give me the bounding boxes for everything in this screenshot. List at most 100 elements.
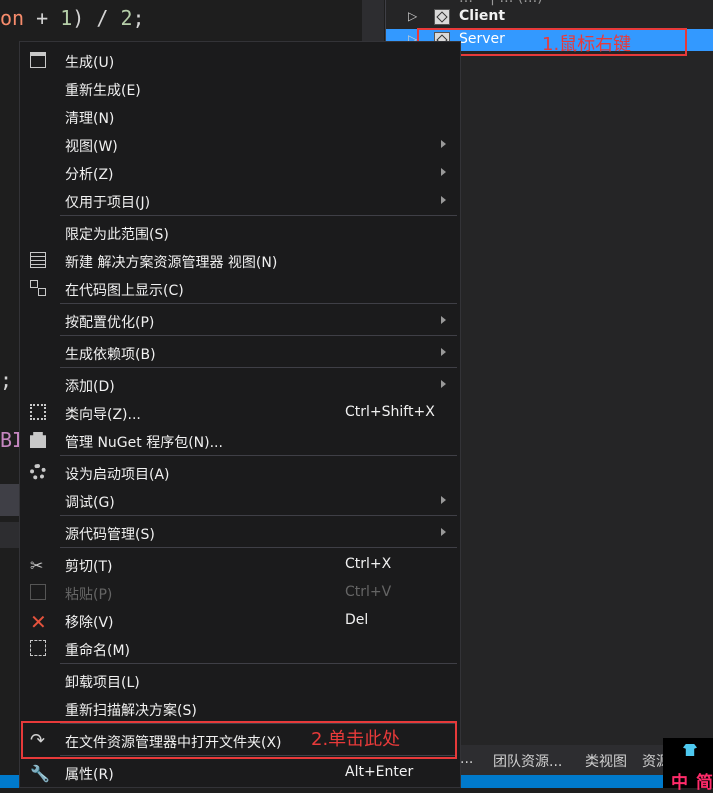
menu-item-label: 源代码管理(S) <box>65 527 155 543</box>
menu-item-label: 分析(Z) <box>65 167 114 183</box>
rename-icon <box>30 640 46 656</box>
menu-item-profile-guided-optimization[interactable]: 按配置优化(P) <box>20 306 460 334</box>
context-menu: 生成(U) 重新生成(E) 清理(N) 视图(W) 分析(Z) 仅用于项目(J)… <box>19 41 461 788</box>
menu-item-rescan-solution[interactable]: 重新扫描解决方案(S) <box>20 694 460 722</box>
code-map-icon <box>30 280 46 296</box>
menu-item-properties[interactable]: 🔧 属性(R) Alt+Enter <box>20 758 460 786</box>
ime-indicator[interactable]: 中 简 <box>663 738 713 793</box>
menu-separator <box>60 455 457 456</box>
menu-item-label: 调试(G) <box>65 495 115 511</box>
menu-item-label: 生成依赖项(B) <box>65 347 156 363</box>
code-token: + <box>24 6 61 30</box>
annotation-step1: 1.鼠标右键 <box>542 34 632 55</box>
tree-row-client[interactable]: ▷ Client <box>386 6 713 28</box>
menu-item-class-wizard[interactable]: 类向导(Z)... Ctrl+Shift+X <box>20 398 460 426</box>
submenu-arrow-icon <box>441 168 446 176</box>
tree-label: Client <box>459 8 506 24</box>
code-line: ; <box>0 368 13 392</box>
menu-item-label: 视图(W) <box>65 139 118 155</box>
menu-item-label: 重新扫描解决方案(S) <box>65 703 197 719</box>
menu-item-new-explorer-view[interactable]: 新建 解决方案资源管理器 视图(N) <box>20 246 460 274</box>
code-token: 1 <box>60 6 73 30</box>
menu-item-remove[interactable]: ✕ 移除(V) Del <box>20 606 460 634</box>
menu-item-cut[interactable]: ✂ 剪切(T) Ctrl+X <box>20 550 460 578</box>
tab-solution-explorer[interactable]: ... <box>460 751 473 767</box>
code-line: on + 1) / 2; <box>0 6 145 30</box>
menu-item-shortcut: Del <box>345 612 369 628</box>
menu-item-shortcut: Ctrl+Shift+X <box>345 404 435 420</box>
menu-item-unload-project[interactable]: 卸载项目(L) <box>20 666 460 694</box>
paste-icon <box>30 584 46 600</box>
scissors-icon: ✂ <box>30 556 44 575</box>
submenu-arrow-icon <box>441 348 446 356</box>
menu-item-build[interactable]: 生成(U) <box>20 46 460 74</box>
menu-item-show-on-code-map[interactable]: 在代码图上显示(C) <box>20 274 460 302</box>
menu-item-scope-to-this[interactable]: 限定为此范围(S) <box>20 218 460 246</box>
menu-item-label: 卸载项目(L) <box>65 675 140 691</box>
menu-item-build-dependencies[interactable]: 生成依赖项(B) <box>20 338 460 366</box>
submenu-arrow-icon <box>441 380 446 388</box>
menu-item-label: 移除(V) <box>65 615 114 631</box>
code-token: 2 <box>120 6 133 30</box>
submenu-arrow-icon <box>441 496 446 504</box>
menu-separator <box>60 335 457 336</box>
code-token: ; <box>132 6 145 30</box>
menu-item-label: 按配置优化(P) <box>65 315 155 331</box>
class-wizard-icon <box>30 404 46 420</box>
menu-item-label: 设为启动项目(A) <box>65 467 170 483</box>
menu-item-label: 新建 解决方案资源管理器 视图(N) <box>65 255 278 271</box>
menu-item-clean[interactable]: 清理(N) <box>20 102 460 130</box>
menu-item-label: 仅用于项目(J) <box>65 195 151 211</box>
menu-separator <box>60 303 457 304</box>
menu-item-label: 重新生成(E) <box>65 83 141 99</box>
project-icon <box>434 9 450 25</box>
submenu-arrow-icon <box>441 196 446 204</box>
menu-item-add[interactable]: 添加(D) <box>20 370 460 398</box>
menu-item-label: 剪切(T) <box>65 559 113 575</box>
ime-mode: 中 <box>671 773 688 793</box>
code-token: on <box>0 6 25 30</box>
menu-item-paste: 粘贴(P) Ctrl+V <box>20 578 460 606</box>
menu-separator <box>60 515 457 516</box>
menu-item-label: 添加(D) <box>65 379 115 395</box>
menu-separator <box>60 547 457 548</box>
new-view-icon <box>30 252 46 268</box>
ime-mode: 简 <box>696 773 713 793</box>
expand-arrow-icon[interactable]: ▷ <box>408 9 417 23</box>
remove-icon: ✕ <box>30 610 47 634</box>
tab-class-view[interactable]: 类视图 <box>585 751 627 771</box>
menu-item-source-control[interactable]: 源代码管理(S) <box>20 518 460 546</box>
submenu-arrow-icon <box>441 316 446 324</box>
gear-icon <box>30 464 46 480</box>
menu-item-shortcut: Ctrl+X <box>345 556 392 572</box>
nuget-icon <box>30 432 46 448</box>
menu-separator <box>60 215 457 216</box>
annotation-step2: 2.单击此处 <box>311 729 401 750</box>
menu-item-label: 清理(N) <box>65 111 115 127</box>
submenu-arrow-icon <box>441 140 446 148</box>
menu-item-label: 重命名(M) <box>65 643 131 659</box>
menu-item-project-only[interactable]: 仅用于项目(J) <box>20 186 460 214</box>
menu-item-analyze[interactable]: 分析(Z) <box>20 158 460 186</box>
menu-item-label: 属性(R) <box>65 767 114 783</box>
menu-item-manage-nuget[interactable]: 管理 NuGet 程序包(N)... <box>20 426 460 454</box>
shirt-icon <box>683 744 697 756</box>
menu-item-set-startup-project[interactable]: 设为启动项目(A) <box>20 458 460 486</box>
code-token: ) / <box>72 6 121 30</box>
tab-team-explorer[interactable]: 团队资源... <box>493 751 562 771</box>
menu-item-shortcut: Alt+Enter <box>345 764 414 780</box>
menu-item-rebuild[interactable]: 重新生成(E) <box>20 74 460 102</box>
menu-item-label: 粘贴(P) <box>65 587 113 603</box>
menu-item-label: 生成(U) <box>65 55 115 71</box>
menu-item-view[interactable]: 视图(W) <box>20 130 460 158</box>
wrench-icon: 🔧 <box>30 764 50 783</box>
menu-item-rename[interactable]: 重命名(M) <box>20 634 460 662</box>
menu-item-label: 在代码图上显示(C) <box>65 283 184 299</box>
menu-item-shortcut: Ctrl+V <box>345 584 392 600</box>
menu-item-label: 限定为此范围(S) <box>65 227 169 243</box>
menu-separator <box>60 663 457 664</box>
menu-item-debug[interactable]: 调试(G) <box>20 486 460 514</box>
build-icon <box>30 52 46 68</box>
menu-item-label: 管理 NuGet 程序包(N)... <box>65 435 223 451</box>
menu-item-label: 类向导(Z)... <box>65 407 141 423</box>
